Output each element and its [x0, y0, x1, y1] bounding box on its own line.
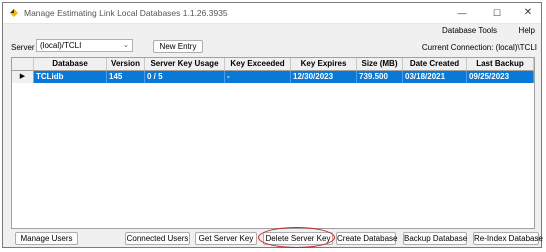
row-selector-arrow-icon[interactable]: ▶: [12, 71, 34, 83]
cell-date-created: 03/18/2021: [403, 71, 467, 83]
cell-database: TCLidb: [34, 71, 107, 83]
backup-database-button[interactable]: Backup Database: [403, 232, 467, 245]
app-window: Manage Estimating Link Local Databases 1…: [2, 2, 543, 248]
app-logo-icon: [10, 9, 18, 17]
menu-help[interactable]: Help: [519, 26, 535, 35]
title-bar: Manage Estimating Link Local Databases 1…: [3, 3, 541, 24]
server-label: Server: [11, 43, 35, 52]
cell-key-exceeded: -: [225, 71, 291, 83]
server-dropdown[interactable]: (local)/TCLI ⌄: [36, 39, 133, 52]
col-date-created[interactable]: Date Created: [403, 58, 467, 71]
col-server-key-usage[interactable]: Server Key Usage: [145, 58, 225, 71]
col-key-exceeded[interactable]: Key Exceeded: [225, 58, 291, 71]
chevron-down-icon: ⌄: [123, 42, 129, 49]
server-value: (local)/TCLI: [40, 41, 82, 50]
get-server-key-button[interactable]: Get Server Key: [195, 232, 257, 245]
cell-size: 739.500: [357, 71, 403, 83]
cell-last-backup: 09/25/2023: [467, 71, 534, 83]
minimize-button[interactable]: —: [449, 6, 475, 20]
cell-key-expires: 12/30/2023: [291, 71, 357, 83]
window-title: Manage Estimating Link Local Databases 1…: [24, 8, 228, 18]
col-size[interactable]: Size (MB): [357, 58, 403, 71]
cell-version: 145: [107, 71, 145, 83]
manage-users-button[interactable]: Manage Users: [15, 232, 78, 245]
col-key-expires[interactable]: Key Expires: [291, 58, 357, 71]
close-button[interactable]: ✕: [515, 6, 541, 20]
create-database-button[interactable]: Create Database: [336, 232, 397, 245]
reindex-database-button[interactable]: Re-Index Database: [473, 232, 543, 245]
new-entry-button[interactable]: New Entry: [153, 40, 203, 53]
database-grid[interactable]: Database Version Server Key Usage Key Ex…: [11, 57, 535, 229]
col-version[interactable]: Version: [107, 58, 145, 71]
maximize-button[interactable]: ☐: [484, 6, 510, 20]
menu-bar: Database Tools Help: [421, 26, 541, 38]
col-last-backup[interactable]: Last Backup: [467, 58, 534, 71]
connected-users-button[interactable]: Connected Users: [125, 232, 190, 245]
cell-server-key-usage: 0 / 5: [145, 71, 225, 83]
menu-database-tools[interactable]: Database Tools: [442, 26, 497, 35]
col-database[interactable]: Database: [34, 58, 107, 71]
highlight-ring: [258, 227, 335, 248]
current-connection: Current Connection: (local)\TCLI: [421, 43, 537, 52]
row-header-corner: [12, 58, 34, 71]
